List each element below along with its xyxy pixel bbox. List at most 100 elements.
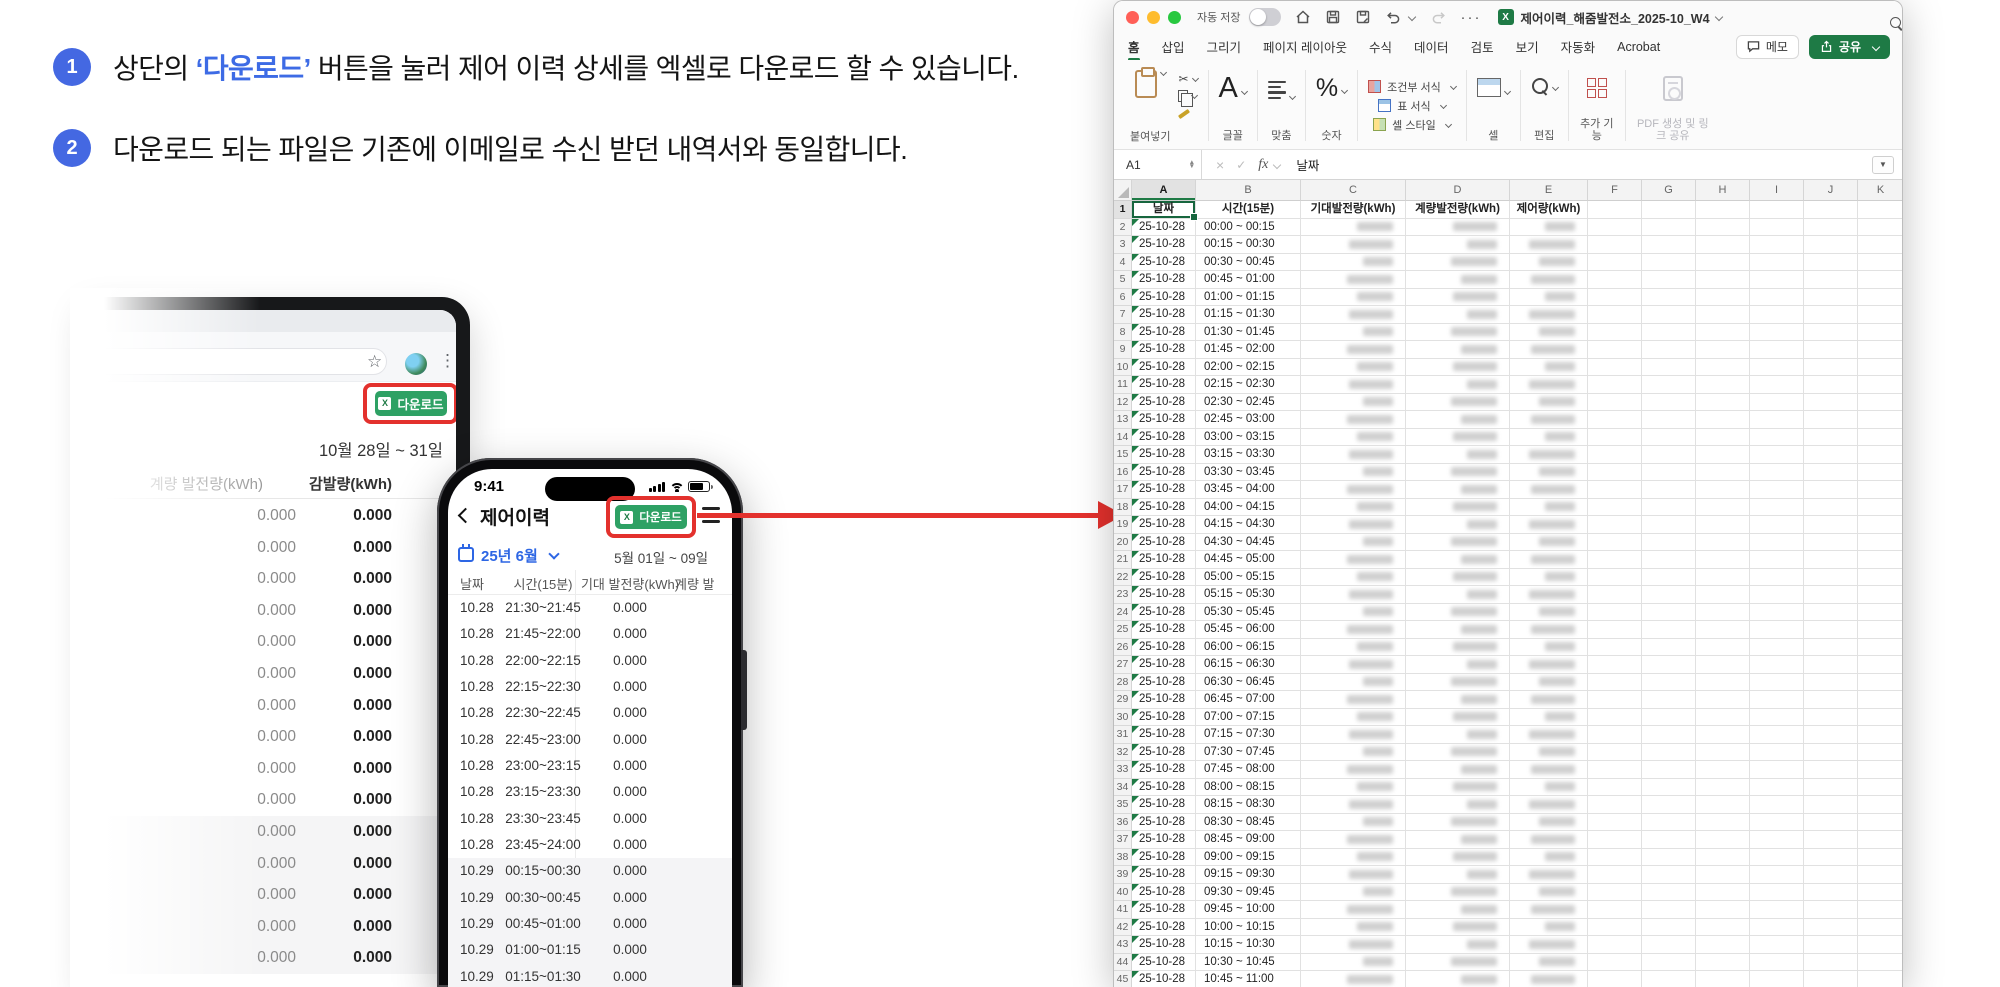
empty-cell[interactable] <box>1858 481 1902 499</box>
empty-cell[interactable] <box>1750 813 1804 831</box>
empty-cell[interactable] <box>1804 918 1858 936</box>
row-number[interactable]: 25 <box>1114 621 1132 639</box>
redacted-value-cell[interactable] <box>1301 813 1406 831</box>
row-number[interactable]: 45 <box>1114 971 1132 987</box>
time-cell[interactable]: 08:30 ~ 08:45 <box>1196 813 1301 831</box>
empty-cell[interactable] <box>1750 656 1804 674</box>
redacted-value-cell[interactable] <box>1406 778 1510 796</box>
time-cell[interactable]: 05:30 ~ 05:45 <box>1196 603 1301 621</box>
row-number[interactable]: 1 <box>1114 201 1132 219</box>
empty-cell[interactable] <box>1642 516 1696 534</box>
empty-cell[interactable] <box>1696 866 1750 884</box>
row-number[interactable]: 3 <box>1114 236 1132 254</box>
empty-cell[interactable] <box>1804 621 1858 639</box>
empty-cell[interactable] <box>1858 936 1902 954</box>
time-cell[interactable]: 02:15 ~ 02:30 <box>1196 376 1301 394</box>
empty-cell[interactable] <box>1642 901 1696 919</box>
redacted-value-cell[interactable] <box>1510 848 1588 866</box>
home-icon[interactable] <box>1295 9 1311 25</box>
empty-cell[interactable] <box>1642 323 1696 341</box>
empty-cell[interactable] <box>1750 673 1804 691</box>
empty-cell[interactable] <box>1750 603 1804 621</box>
empty-cell[interactable] <box>1696 218 1750 236</box>
row-number[interactable]: 11 <box>1114 376 1132 394</box>
row-number[interactable]: 4 <box>1114 253 1132 271</box>
empty-cell[interactable] <box>1750 393 1804 411</box>
empty-cell[interactable] <box>1858 621 1902 639</box>
redacted-value-cell[interactable] <box>1406 901 1510 919</box>
redacted-value-cell[interactable] <box>1510 218 1588 236</box>
empty-cell[interactable] <box>1696 306 1750 324</box>
empty-cell[interactable] <box>1642 831 1696 849</box>
empty-cell[interactable] <box>1750 376 1804 394</box>
empty-cell[interactable] <box>1588 691 1642 709</box>
empty-cell[interactable] <box>1642 883 1696 901</box>
redacted-value-cell[interactable] <box>1406 253 1510 271</box>
redacted-value-cell[interactable] <box>1510 953 1588 971</box>
empty-cell[interactable] <box>1642 481 1696 499</box>
empty-cell[interactable] <box>1750 306 1804 324</box>
empty-cell[interactable] <box>1642 971 1696 987</box>
redacted-value-cell[interactable] <box>1510 498 1588 516</box>
empty-cell[interactable] <box>1750 516 1804 534</box>
edit-button[interactable] <box>1531 78 1559 96</box>
empty-cell[interactable] <box>1642 603 1696 621</box>
redacted-value-cell[interactable] <box>1510 586 1588 604</box>
redacted-value-cell[interactable] <box>1406 586 1510 604</box>
date-cell[interactable]: 25-10-28 <box>1132 691 1196 709</box>
empty-cell[interactable] <box>1642 726 1696 744</box>
row-number[interactable]: 35 <box>1114 796 1132 814</box>
empty-cell[interactable] <box>1588 603 1642 621</box>
empty-cell[interactable] <box>1696 568 1750 586</box>
empty-cell[interactable] <box>1804 883 1858 901</box>
empty-cell[interactable] <box>1804 831 1858 849</box>
redacted-value-cell[interactable] <box>1406 551 1510 569</box>
empty-cell[interactable] <box>1642 288 1696 306</box>
row-number[interactable]: 8 <box>1114 323 1132 341</box>
empty-cell[interactable] <box>1588 446 1642 464</box>
empty-cell[interactable] <box>1696 743 1750 761</box>
empty-cell[interactable] <box>1858 971 1902 987</box>
redacted-value-cell[interactable] <box>1301 971 1406 987</box>
redacted-value-cell[interactable] <box>1406 621 1510 639</box>
date-cell[interactable]: 25-10-28 <box>1132 656 1196 674</box>
empty-cell[interactable] <box>1588 568 1642 586</box>
empty-cell[interactable] <box>1642 743 1696 761</box>
empty-cell[interactable] <box>1804 498 1858 516</box>
empty-cell[interactable] <box>1804 953 1858 971</box>
empty-cell[interactable] <box>1642 218 1696 236</box>
redacted-value-cell[interactable] <box>1406 918 1510 936</box>
redacted-value-cell[interactable] <box>1510 673 1588 691</box>
empty-cell[interactable] <box>1642 428 1696 446</box>
redacted-value-cell[interactable] <box>1301 953 1406 971</box>
ribbon-tab-2[interactable]: 삽입 <box>1162 33 1185 60</box>
empty-cell[interactable] <box>1750 323 1804 341</box>
empty-cell[interactable] <box>1588 638 1642 656</box>
row-number[interactable]: 31 <box>1114 726 1132 744</box>
redacted-value-cell[interactable] <box>1301 568 1406 586</box>
empty-cell[interactable] <box>1750 568 1804 586</box>
empty-cell[interactable] <box>1750 271 1804 289</box>
time-cell[interactable]: 08:00 ~ 08:15 <box>1196 778 1301 796</box>
empty-cell[interactable] <box>1804 603 1858 621</box>
redacted-value-cell[interactable] <box>1301 498 1406 516</box>
empty-cell[interactable] <box>1696 358 1750 376</box>
date-cell[interactable]: 25-10-28 <box>1132 341 1196 359</box>
redacted-value-cell[interactable] <box>1510 533 1588 551</box>
row-number[interactable]: 44 <box>1114 953 1132 971</box>
time-cell[interactable]: 03:30 ~ 03:45 <box>1196 463 1301 481</box>
redacted-value-cell[interactable] <box>1510 323 1588 341</box>
row-number[interactable]: 27 <box>1114 656 1132 674</box>
formula-bar-dropdown[interactable]: ▼ <box>1872 155 1894 174</box>
copy-button[interactable] <box>1178 89 1199 107</box>
empty-cell[interactable] <box>1750 428 1804 446</box>
date-cell[interactable]: 25-10-28 <box>1132 673 1196 691</box>
time-cell[interactable]: 04:00 ~ 04:15 <box>1196 498 1301 516</box>
zoom-window-button[interactable] <box>1168 10 1181 24</box>
empty-cell[interactable] <box>1642 551 1696 569</box>
redacted-value-cell[interactable] <box>1406 726 1510 744</box>
empty-cell[interactable] <box>1696 586 1750 604</box>
date-cell[interactable]: 25-10-28 <box>1132 586 1196 604</box>
empty-cell[interactable] <box>1696 463 1750 481</box>
cancel-icon[interactable]: × <box>1216 157 1224 173</box>
